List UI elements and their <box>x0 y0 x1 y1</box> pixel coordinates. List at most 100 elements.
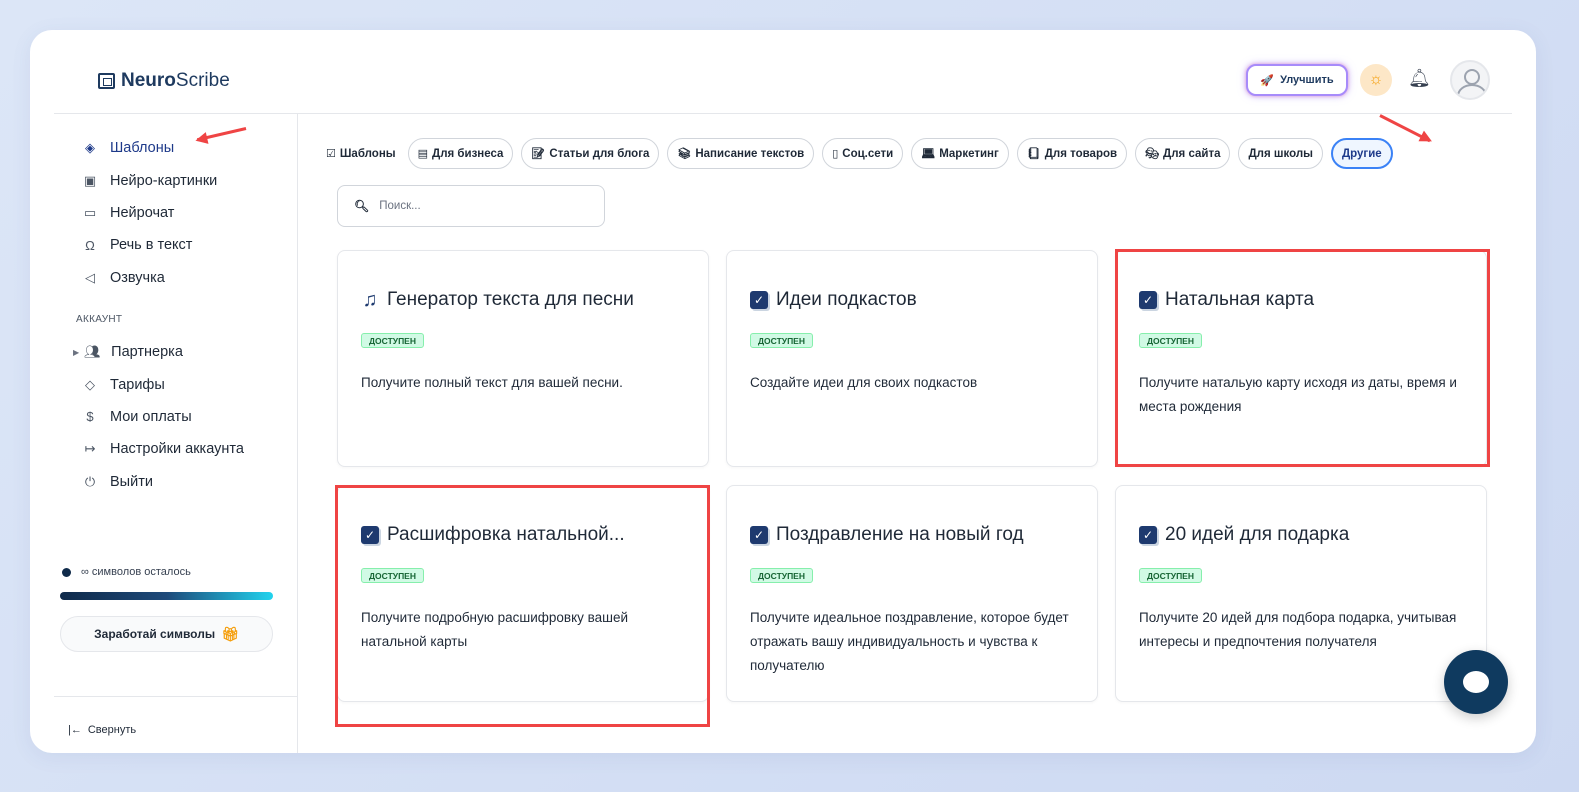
card-title: Генератор текста для песни <box>387 289 634 310</box>
card-title-row: ♫ Генератор текста для песни <box>361 289 634 311</box>
app-window: NeuroScribe 🚀 Улучшить ☼ 🔔︎ ◈ Шаблоны ▣ … <box>30 30 1536 753</box>
logo-icon <box>98 73 115 89</box>
status-badge: ДОСТУПЕН <box>1139 333 1202 348</box>
chip-1[interactable]: ▤ Для бизнеса <box>407 138 514 169</box>
chip-label: Другие <box>1341 147 1382 160</box>
card-description: Получите полный текст для вашей песни. <box>361 375 623 390</box>
card-description: Создайте идеи для своих подкастов <box>750 375 978 390</box>
chip-5[interactable]: 💻︎ Маркетинг <box>911 138 1009 169</box>
card-title: Натальная карта <box>1165 289 1315 310</box>
account-section-label: АККАУНТ <box>76 314 123 325</box>
sidebar-item-logout[interactable]: ⏻ Выйти <box>83 466 244 498</box>
main-nav: ◈ Шаблоны ▣ Нейро-картинки ▭ Нейрочат Ω … <box>83 132 217 294</box>
sidebar-item-voiceover[interactable]: ◁ Озвучка <box>83 262 217 294</box>
card-title-row: ✓ Расшифровка натальной... <box>361 524 625 546</box>
gift-icon: 🎁︎ <box>221 625 239 642</box>
chip-label: Для товаров <box>1044 147 1118 160</box>
sidebar-item-label: Речь в текст <box>110 237 193 254</box>
sidebar: ◈ Шаблоны ▣ Нейро-картинки ▭ Нейрочат Ω … <box>54 114 298 753</box>
sidebar-item-payments[interactable]: $ Мои оплаты <box>83 401 244 433</box>
card-description: Получите натальую карту исходя из даты, … <box>1139 375 1457 414</box>
brand-light: Scribe <box>175 70 230 91</box>
symbols-progress-fill <box>60 592 273 600</box>
books-icon: 📚︎ <box>677 148 692 160</box>
card-description: Получите 20 идей для подбора подарка, уч… <box>1139 610 1457 649</box>
template-card[interactable]: ✓ Поздравление на новый год ДОСТУПЕН Получи… <box>726 485 1098 702</box>
checkbox-icon: ✓ <box>1139 526 1157 544</box>
sidebar-item-label: Нейро-картинки <box>110 172 218 189</box>
chip-6[interactable]: 📒︎ Для товаров <box>1016 138 1128 169</box>
brand-logo[interactable]: NeuroScribe <box>98 70 230 92</box>
status-badge: ДОСТУПЕН <box>750 568 813 583</box>
chip-2[interactable]: 📝︎ Статьи для блога <box>521 138 660 169</box>
chip-9[interactable]: Другие <box>1330 138 1393 169</box>
music-note-icon: ♫ <box>362 288 378 311</box>
power-icon: ⏻ <box>84 473 96 489</box>
chip-3[interactable]: 📚︎ Написание текстов <box>667 138 815 169</box>
sidebar-item-speech-to-text[interactable]: Ω Речь в текст <box>83 229 217 261</box>
card-title-row: ✓ Идеи подкастов <box>750 289 917 311</box>
upgrade-button[interactable]: 🚀 Улучшить <box>1246 64 1348 96</box>
tag-icon: ◇ <box>85 376 95 392</box>
card-title: 20 идей для подарка <box>1165 524 1350 545</box>
sidebar-item-neurochat[interactable]: ▭ Нейрочат <box>83 197 217 229</box>
category-chips: ☑ Шаблоны ▤ Для бизнеса 📝︎ Статьи для блога 📚︎… <box>326 138 1393 169</box>
status-badge: ДОСТУПЕН <box>1139 568 1202 583</box>
phone-icon: ▯ <box>832 148 839 160</box>
card-title-row: ✓ Натальная карта <box>1139 289 1314 311</box>
ledger-icon: 📒︎ <box>1026 148 1041 160</box>
checkbox-icon: ☑ <box>326 148 336 160</box>
chip-0[interactable]: ☑ Шаблоны <box>326 138 400 169</box>
dollar-icon: $ <box>86 409 94 425</box>
sidebar-item-tariffs[interactable]: ◇ Тарифы <box>83 368 244 400</box>
sidebar-item-account-settings[interactable]: ↦ Настройки аккаунта <box>83 433 244 465</box>
speaker-icon: ◁ <box>85 269 95 285</box>
sidebar-item-label: Настройки аккаунта <box>110 441 244 458</box>
card-title: Поздравление на новый год <box>776 524 1024 545</box>
notifications-bell-icon[interactable]: 🔔︎ <box>1408 68 1431 89</box>
template-card[interactable]: ✓ Расшифровка натальной... ДОСТУПЕН Получит… <box>337 485 709 702</box>
sidebar-item-label: Шаблоны <box>110 140 175 157</box>
headphones-icon: Ω <box>85 237 95 253</box>
sidebar-item-label: Озвучка <box>110 269 165 286</box>
template-card[interactable]: ♫ Генератор текста для песни ДОСТУПЕН Получ… <box>337 250 709 467</box>
checkbox-icon: ✓ <box>1139 291 1157 309</box>
sidebar-item-label: Партнерка <box>111 344 183 361</box>
sidebar-item-label: Выйти <box>110 473 153 490</box>
image-icon: ▣ <box>83 172 97 188</box>
rocket-icon: 🚀 <box>1260 74 1275 87</box>
earn-symbols-button[interactable]: Заработай символы 🎁︎ <box>60 616 273 652</box>
template-card[interactable]: ✓ Идеи подкастов ДОСТУПЕН Создайте идеи для… <box>726 250 1098 467</box>
theme-toggle-sun-icon[interactable]: ☼ <box>1360 64 1392 96</box>
sidebar-item-partner[interactable]: ▶ 👥︎ Партнерка <box>73 336 244 368</box>
card-title-row: ✓ Поздравление на новый год <box>750 524 1024 546</box>
chip-7[interactable]: 🎭︎ Для сайта <box>1135 138 1231 169</box>
status-badge: ДОСТУПЕН <box>361 568 424 583</box>
search-icon: 🔍︎ <box>354 199 370 213</box>
search-input[interactable] <box>379 200 580 212</box>
chat-support-icon[interactable] <box>1444 650 1508 714</box>
chip-label: Маркетинг <box>939 147 999 160</box>
checkbox-icon: ✓ <box>750 291 768 309</box>
upgrade-label: Улучшить <box>1280 74 1334 86</box>
user-avatar[interactable] <box>1450 60 1490 100</box>
collapse-sidebar-button[interactable]: |← Свернуть <box>68 724 136 736</box>
template-card[interactable]: ✓ 20 идей для подарка ДОСТУПЕН Получите 20 … <box>1115 485 1487 702</box>
chip-label: Написание текстов <box>695 147 805 160</box>
laptop-icon: 💻︎ <box>921 148 936 160</box>
template-card[interactable]: ✓ Натальная карта ДОСТУПЕН Получите натальу… <box>1115 250 1487 467</box>
checkbox-icon: ✓ <box>361 526 379 544</box>
sidebar-item-neuro-images[interactable]: ▣ Нейро-картинки <box>83 164 217 196</box>
note-icon: 📝︎ <box>531 148 546 160</box>
sidebar-item-label: Нейрочат <box>110 204 175 221</box>
status-dot <box>62 567 71 577</box>
search-box[interactable]: 🔍︎ <box>337 185 605 227</box>
status-badge: ДОСТУПЕН <box>361 333 424 348</box>
account-nav: ▶ 👥︎ Партнерка ◇ Тарифы $ Мои оплаты ↦ Н… <box>73 336 244 498</box>
symbols-remaining: ∞ символов осталось <box>62 566 191 578</box>
top-header: NeuroScribe 🚀 Улучшить ☼ 🔔︎ <box>54 30 1512 114</box>
chip-4[interactable]: ▯ Соц.сети <box>822 138 904 169</box>
chip-label: Статьи для блога <box>549 147 650 160</box>
chip-8[interactable]: Для школы <box>1238 138 1323 169</box>
sidebar-divider <box>54 696 298 697</box>
